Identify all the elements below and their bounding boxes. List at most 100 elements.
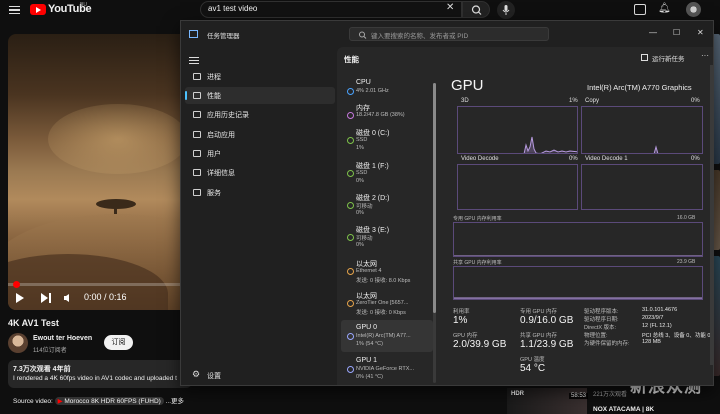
dedicated-gpu-memory-value: 0.9/16.0 GB (520, 315, 574, 326)
sidebar-item-startup[interactable]: 启动应用 (185, 126, 335, 143)
sidebar-item-services[interactable]: 服务 (185, 184, 335, 201)
description-text: I rendered a 4K 60fps video in AV1 codec… (13, 375, 177, 382)
sidebar-item-label: 用户 (207, 151, 221, 158)
hamburger-menu-icon[interactable] (189, 57, 199, 64)
menu-icon[interactable] (9, 6, 20, 14)
resource-item[interactable]: 磁盘 0 (C:) SSD 1% (341, 124, 433, 156)
thumb-duration: 58:53 (569, 393, 589, 399)
maximize-button[interactable]: ☐ (673, 28, 680, 37)
graph-3d-line (518, 136, 577, 153)
description-more[interactable]: ...更多 (166, 398, 184, 405)
source-video-line: Source video: ▶ Morocco 8K HDR 60FPS (FU… (13, 395, 184, 405)
resource-item[interactable]: GPU 1 NVIDIA GeForce RTX... 0% (41 °C) (341, 353, 433, 385)
graph-pct-video-decode: 0% (569, 156, 578, 162)
process-search-placeholder[interactable]: 键入要搜索的名称、发布者或 PID (371, 30, 468, 40)
run-new-task-button[interactable]: 运行新任务 (652, 53, 685, 63)
sidebar-item-details[interactable]: 详细信息 (185, 164, 335, 181)
gpu-info-key: 为硬件保留的内存: (584, 341, 630, 347)
video-progress-handle[interactable] (13, 281, 20, 288)
resource-graph-icon (347, 137, 354, 144)
channel-name[interactable]: Ewout ter Hoeven (33, 335, 92, 342)
resource-list-scroll-thumb[interactable] (433, 83, 436, 313)
resource-graph-icon (347, 300, 354, 307)
resource-graph-icon (347, 268, 354, 275)
clear-search-icon[interactable]: ✕ (446, 2, 454, 13)
resource-sub2: 1% (54 °C) (356, 341, 383, 347)
resource-item[interactable]: 以太网 Ethernet 4 发送: 0 接收: 8.0 Kbps (341, 255, 433, 287)
graph-shared-memory (453, 266, 703, 300)
resource-sub1: 4% 2.01 GHz (356, 88, 389, 94)
resource-sub1: 可移动 (356, 204, 373, 210)
sidebar-item-performance[interactable]: 性能 (185, 87, 335, 104)
window-title: 任务管理器 (207, 33, 240, 40)
utilization-value: 1% (453, 315, 468, 326)
graph-label-copy: Copy (585, 98, 600, 104)
play-icon[interactable] (16, 293, 24, 303)
source-video-chip[interactable]: ▶ Morocco 8K HDR 60FPS (FUHD) (54, 397, 164, 405)
account-avatar[interactable] (686, 2, 701, 17)
recommended-video-title[interactable]: NOX ATACAMA | 8K (593, 406, 654, 413)
gpu-temperature-value: 54 °C (520, 363, 546, 374)
source-label: Source video: (13, 398, 53, 405)
resource-graph-icon (347, 333, 354, 340)
graph-3d (457, 106, 578, 154)
graph-pct-video-decode-1: 0% (691, 156, 700, 162)
subscribe-button[interactable]: 订阅 (104, 335, 133, 350)
search-button[interactable] (462, 1, 490, 18)
gpu-info-key: DirectX 版本: (584, 325, 617, 331)
resource-name: GPU 0 (356, 324, 378, 331)
details-scrollbar[interactable] (710, 65, 713, 365)
sidebar-item-label: 性能 (207, 93, 221, 100)
minimize-button[interactable]: — (649, 28, 657, 37)
resource-sub1: Ethernet 4 (356, 268, 382, 274)
notifications-icon[interactable]: 🔔︎ (658, 3, 671, 14)
resource-sub2: 0% (356, 210, 364, 216)
sidebar-item-processes[interactable]: 进程 (185, 68, 335, 85)
graph-pct-copy: 0% (691, 98, 700, 104)
gpu-info-value: 12 (FL 12.1) (642, 323, 672, 329)
task-manager-app-icon (189, 30, 198, 38)
video-time: 0:00 / 0:16 (84, 292, 127, 302)
gpu-info-key: 驱动程序日期: (584, 317, 619, 323)
sidebar-item-label: 详细信息 (207, 170, 235, 177)
resource-item[interactable]: GPU 0 Intel(R) Arc(TM) A77... 1% (54 °C) (341, 320, 433, 352)
channel-avatar[interactable] (8, 333, 28, 353)
search-input-value[interactable]: av1 test video (208, 4, 257, 13)
next-icon[interactable] (41, 293, 48, 303)
gpu-memory-label: GPU 内存 (453, 333, 478, 339)
gpu-info-value: 128 MB (642, 339, 661, 345)
resource-item[interactable]: 磁盘 1 (F:) SSD 0% (341, 157, 433, 189)
sidebar-item-app-history[interactable]: 应用历史记录 (185, 106, 335, 123)
graph-video-decode-1 (581, 164, 703, 210)
resource-sub1: 18.2/47.8 GB (38%) (356, 112, 405, 118)
more-options-button[interactable]: ··· (701, 51, 709, 60)
resource-item[interactable]: 以太网 ZeroTier One [5657... 发送: 0 接收: 0 Kbps (341, 287, 433, 319)
create-icon[interactable] (634, 4, 646, 15)
sidebar-item-settings[interactable]: ⚙ 设置 (185, 367, 335, 384)
search-icon (359, 31, 367, 39)
sidebar-item-label: 服务 (207, 190, 221, 197)
resource-sub2: 0% (356, 178, 364, 184)
video-player[interactable] (8, 34, 208, 310)
dedicated-memory-max: 16.0 GB (677, 215, 696, 221)
sidebar-item-label: 应用历史记录 (207, 112, 249, 119)
youtube-logo-icon[interactable] (30, 4, 46, 15)
resource-graph-icon (347, 88, 354, 95)
graph-pct-3d: 1% (569, 98, 578, 104)
subscriber-count: 114位订阅者 (33, 348, 67, 354)
voice-search-button[interactable] (497, 1, 515, 19)
graph-copy (581, 106, 703, 154)
sidebar-item-label: 进程 (207, 74, 221, 81)
close-button[interactable]: ✕ (697, 28, 704, 37)
run-task-icon[interactable] (641, 54, 648, 61)
dedicated-memory-label: 专用 GPU 内存利用率 (453, 216, 502, 222)
sidebar-item-users[interactable]: 用户 (185, 145, 335, 162)
shared-gpu-memory-value: 1.1/23.9 GB (520, 339, 574, 350)
video-progress-bar[interactable] (8, 283, 208, 286)
resource-item[interactable]: 磁盘 3 (E:) 可移动 0% (341, 221, 433, 253)
hdr-badge: HDR (511, 391, 524, 397)
youtube-header: YouTube BU av1 test video ✕ 🔔︎ (0, 0, 720, 20)
resource-item[interactable]: 磁盘 2 (D:) 可移动 0% (341, 189, 433, 221)
graph-video-decode (457, 164, 578, 210)
resource-sub2: 1% (356, 145, 364, 151)
